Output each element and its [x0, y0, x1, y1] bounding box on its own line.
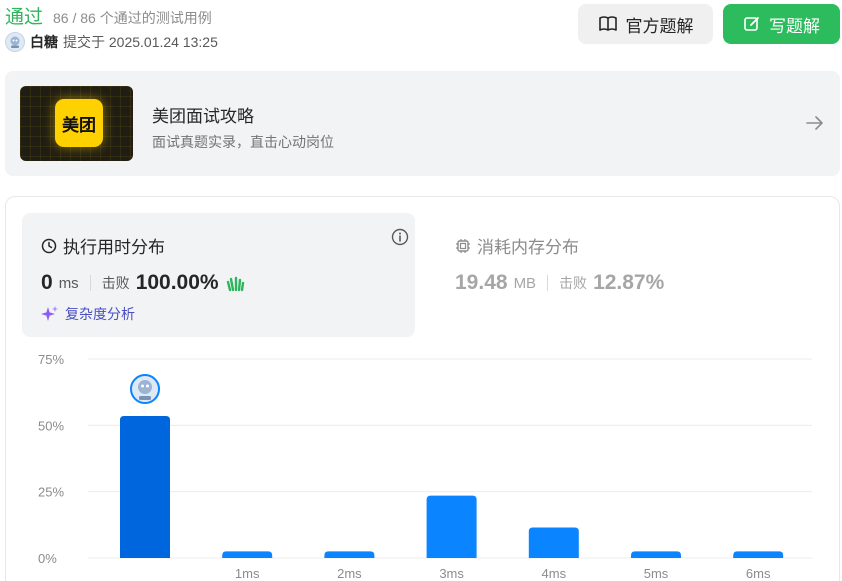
- bar[interactable]: [528, 527, 579, 558]
- runtime-beat-label: 击败: [101, 275, 130, 291]
- user-avatar-icon: [10, 36, 20, 48]
- complexity-analysis-link[interactable]: 复杂度分析: [41, 304, 135, 324]
- stats-card: 执行用时分布 0 ms 击败 100.00% 复杂度分析 消耗内存分布 19.4…: [5, 196, 840, 581]
- runtime-stats: 0 ms 击败 100.00%: [41, 271, 245, 295]
- arrow-right-icon[interactable]: [805, 114, 825, 132]
- submit-time: 提交于 2025.01.24 13:25: [63, 34, 218, 50]
- y-tick-label: 0%: [38, 551, 57, 566]
- runtime-heading: 执行用时分布: [41, 233, 165, 258]
- write-solution-label: 写题解: [769, 16, 820, 36]
- bar[interactable]: [631, 551, 681, 558]
- submission-status: 通过 86 / 86 个通过的测试用例: [5, 2, 212, 29]
- memory-panel[interactable]: 消耗内存分布 19.48 MB 击败 12.87%: [436, 213, 829, 337]
- bar[interactable]: [222, 551, 273, 558]
- edit-icon: [744, 17, 759, 31]
- bar[interactable]: [426, 495, 477, 558]
- banner-thumbnail: 美团: [20, 86, 133, 161]
- y-tick-label: 25%: [38, 485, 64, 500]
- bar[interactable]: [733, 551, 784, 558]
- status-title: 通过: [5, 7, 44, 28]
- bar[interactable]: [120, 416, 170, 558]
- runtime-title: 执行用时分布: [63, 238, 165, 257]
- x-tick-label: 5ms: [644, 566, 669, 581]
- runtime-panel[interactable]: 执行用时分布 0 ms 击败 100.00% 复杂度分析: [22, 213, 415, 337]
- avatar[interactable]: [5, 32, 25, 52]
- y-tick-label: 75%: [38, 352, 64, 367]
- info-icon[interactable]: [391, 228, 409, 246]
- runtime-distribution-chart: 0% 25% 50% 75% 1ms 2ms 3ms 4ms 5ms 6ms: [6, 337, 841, 581]
- x-tick-label: 6ms: [746, 566, 771, 581]
- official-solution-label: 官方题解: [625, 16, 694, 36]
- x-tick-label: 1ms: [235, 566, 260, 581]
- divider: [547, 275, 549, 291]
- passed-count: 86 / 86 个通过的测试用例: [53, 10, 212, 26]
- runtime-value: 0: [41, 271, 53, 294]
- book-icon: [598, 16, 617, 31]
- runtime-unit: ms: [58, 274, 79, 292]
- promo-banner[interactable]: 美团 美团面试攻略 面试真题实录，直击心动岗位: [5, 71, 840, 176]
- banner-subtitle: 面试真题实录，直击心动岗位: [152, 134, 334, 150]
- official-solution-button[interactable]: 官方题解: [578, 4, 713, 44]
- user-name[interactable]: 白糖: [30, 32, 58, 52]
- memory-beat-percent: 12.87%: [593, 271, 665, 294]
- y-tick-label: 50%: [38, 418, 64, 433]
- x-tick-label: 3ms: [439, 566, 464, 581]
- user-position-avatar-icon: [130, 374, 160, 405]
- x-tick-label: 2ms: [337, 566, 362, 581]
- memory-beat-label: 击败: [559, 275, 588, 291]
- memory-heading: 消耗内存分布: [455, 233, 579, 258]
- divider: [89, 275, 91, 291]
- banner-title: 美团面试攻略: [152, 107, 254, 126]
- write-solution-button[interactable]: 写题解: [723, 4, 840, 44]
- complexity-label: 复杂度分析: [65, 306, 135, 322]
- memory-value: 19.48: [455, 271, 508, 294]
- bar[interactable]: [324, 551, 375, 558]
- memory-title: 消耗内存分布: [477, 238, 579, 257]
- clap-hands-icon: [226, 276, 244, 292]
- chart-canvas: 0% 25% 50% 75% 1ms 2ms 3ms 4ms 5ms 6ms: [38, 352, 812, 581]
- memory-unit: MB: [513, 274, 537, 292]
- clock-icon: [41, 238, 57, 253]
- meituan-logo: 美团: [55, 99, 103, 147]
- runtime-beat-percent: 100.00%: [135, 271, 219, 294]
- sparkle-icon: [41, 306, 58, 321]
- memory-stats: 19.48 MB 击败 12.87%: [455, 271, 664, 295]
- submitter-info: 白糖 提交于 2025.01.24 13:25: [5, 32, 218, 52]
- x-tick-label: 4ms: [542, 566, 567, 581]
- chip-icon: [456, 238, 470, 253]
